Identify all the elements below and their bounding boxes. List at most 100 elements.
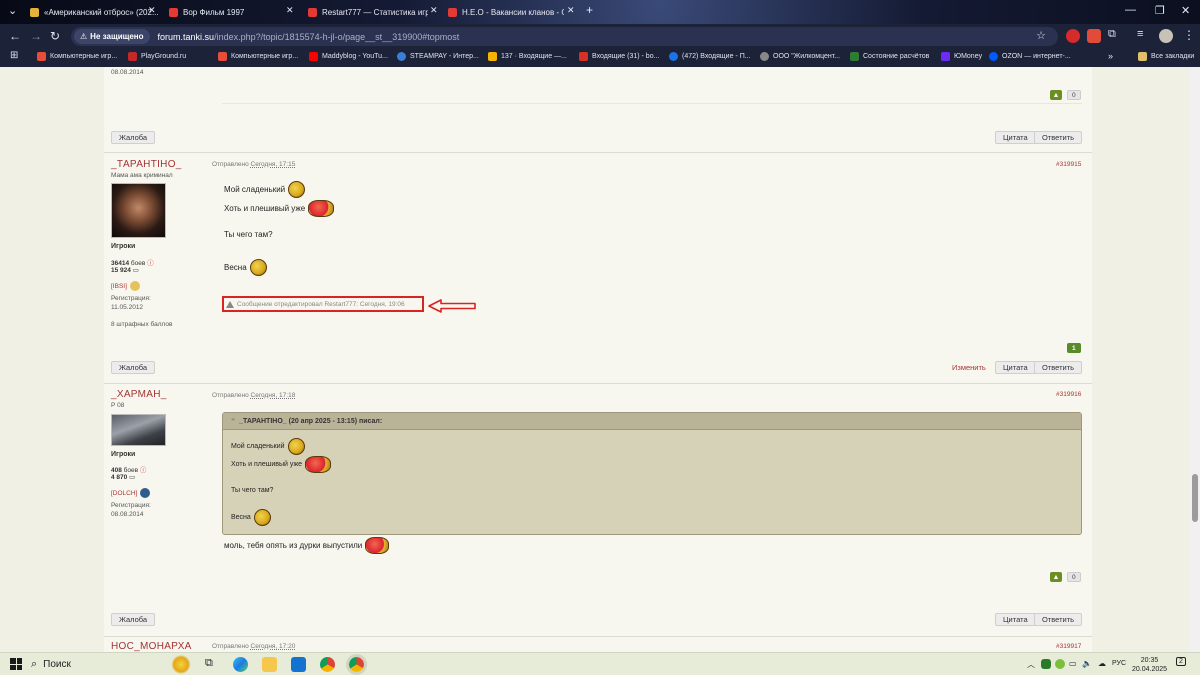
post-divider: [104, 152, 1092, 153]
tab-search-icon[interactable]: ⌄: [8, 4, 17, 17]
post-username[interactable]: _ХАРМАН_: [111, 389, 167, 400]
user-title: Мама ама криминал: [111, 172, 173, 179]
rep-up-icon[interactable]: ▲: [1050, 90, 1062, 100]
report-button[interactable]: Жалоба: [111, 361, 156, 374]
bookmark-favicon-icon: [128, 52, 137, 61]
bookmark-item[interactable]: Maddyblog - YouTu...: [309, 52, 388, 61]
url-path: /index.php?/topic/1815574-h-jl-o/page__s…: [214, 31, 460, 42]
info-icon[interactable]: ⓘ: [140, 467, 147, 474]
forward-icon[interactable]: →: [30, 29, 42, 43]
bookmark-item[interactable]: ЮMoney: [941, 52, 982, 61]
page-scrollbar[interactable]: [1190, 67, 1200, 652]
notifications-icon[interactable]: 2: [1176, 657, 1186, 666]
bookmark-label: PlayGround.ru: [141, 53, 187, 60]
volume-icon[interactable]: 🔈: [1082, 659, 1092, 668]
post-number-link[interactable]: #319917: [1056, 643, 1081, 650]
onedrive-icon[interactable]: ☁: [1098, 659, 1106, 668]
posted-prefix: Отправлено: [212, 643, 249, 650]
tab-3[interactable]: Restart777 — Статистика игро...: [308, 3, 428, 22]
chrome-active-icon[interactable]: [346, 654, 367, 675]
taskbar-search[interactable]: ⌕ Поиск: [31, 656, 161, 673]
tab-close-icon[interactable]: ✕: [148, 5, 156, 16]
extension-icon[interactable]: [1087, 29, 1101, 43]
minimize-icon[interactable]: —: [1125, 4, 1136, 16]
extension-icon[interactable]: [1066, 29, 1080, 43]
reply-button[interactable]: Ответить: [1034, 131, 1083, 144]
reply-button[interactable]: Ответить: [1034, 613, 1083, 626]
report-button[interactable]: Жалоба: [111, 131, 156, 144]
tab-favicon-icon: [30, 8, 39, 17]
bookmark-item[interactable]: STEAMPAY - Интер...: [397, 52, 479, 61]
bookmark-item[interactable]: ООО "Жилкомцент...: [760, 52, 840, 61]
reg-label: Регистрация:: [111, 295, 151, 302]
bookmark-item[interactable]: Компьютерные игр...: [218, 52, 298, 61]
reading-list-icon[interactable]: ≡: [1137, 28, 1143, 40]
more-bookmarks-icon[interactable]: »: [1108, 51, 1113, 61]
bookmark-item[interactable]: Входящие (31) - bo...: [579, 52, 659, 61]
quote-button[interactable]: Цитата: [995, 613, 1036, 626]
tab-close-icon[interactable]: ✕: [567, 5, 575, 16]
chrome-icon[interactable]: [320, 657, 335, 672]
language-indicator[interactable]: РУС: [1112, 660, 1126, 667]
extensions-puzzle-icon[interactable]: ⧉: [1108, 28, 1116, 41]
back-icon[interactable]: ←: [9, 29, 21, 43]
quote-button[interactable]: Цитата: [995, 361, 1036, 374]
new-tab-button[interactable]: +: [586, 3, 593, 17]
quote-button[interactable]: Цитата: [995, 131, 1036, 144]
tray-app-icon[interactable]: [1055, 659, 1065, 669]
tab-4[interactable]: Н.Е.О - Вакансии кланов - Ос...: [448, 3, 564, 22]
tray-app-icon[interactable]: [1041, 659, 1051, 669]
apps-grid-icon[interactable]: ⊞: [10, 50, 18, 61]
bookmark-item[interactable]: (472) Входящие - П...: [669, 52, 751, 61]
close-window-icon[interactable]: ✕: [1181, 4, 1190, 17]
tab-2[interactable]: Вор Фильм 1997: [169, 3, 279, 22]
bookmark-item[interactable]: Компьютерные игр...: [37, 52, 117, 61]
user-clan[interactable]: [IBSI]: [111, 281, 140, 291]
edge-icon[interactable]: [233, 657, 248, 672]
task-view-icon[interactable]: ⧉: [205, 657, 220, 672]
bookmark-label: Входящие (31) - bo...: [592, 53, 660, 60]
widget-bird-icon[interactable]: [168, 655, 194, 674]
omnibox[interactable]: ⚠ Не защищено forum.tanki.su/index.php?/…: [71, 27, 1058, 46]
bookmark-item[interactable]: Состояние расчётов: [850, 52, 929, 61]
post-number-link[interactable]: #319916: [1056, 391, 1081, 398]
post-username[interactable]: _ТАРАНТІНО_: [111, 159, 182, 170]
all-bookmarks[interactable]: Все закладки: [1138, 52, 1194, 61]
bookmark-item[interactable]: 137 · Входящие —...: [488, 52, 567, 61]
profile-avatar[interactable]: [1159, 29, 1173, 43]
windows-start-icon[interactable]: [10, 658, 22, 670]
bookmark-item[interactable]: OZON — интернет-...: [989, 52, 1071, 61]
posted-info: Отправлено Сегодня, 17:15: [212, 161, 295, 168]
tab-favicon-icon: [169, 8, 178, 17]
bookmark-label: Состояние расчётов: [863, 53, 930, 60]
clock[interactable]: 20:35 20.04.2025: [1132, 656, 1167, 674]
url-text[interactable]: forum.tanki.su/index.php?/topic/1815574-…: [158, 32, 460, 42]
tray-chevron-icon[interactable]: ︿: [1027, 659, 1035, 670]
post-number-link[interactable]: #319915: [1056, 161, 1081, 168]
bookmark-star-icon[interactable]: ☆: [1036, 29, 1046, 42]
security-indicator[interactable]: ⚠ Не защищено: [74, 29, 150, 44]
file-explorer-icon[interactable]: [262, 657, 277, 672]
info-icon[interactable]: ⓘ: [147, 260, 154, 267]
avatar[interactable]: [111, 183, 166, 238]
menu-icon[interactable]: ⋮: [1183, 28, 1195, 42]
edit-link[interactable]: Изменить: [952, 363, 986, 372]
outlook-icon[interactable]: [291, 657, 306, 672]
scrollbar-thumb[interactable]: [1192, 474, 1198, 522]
maximize-icon[interactable]: ❐: [1155, 4, 1165, 17]
user-points: 15 924 ▭: [111, 266, 139, 274]
penalty-points[interactable]: 8 штрафных баллов: [111, 321, 172, 328]
bookmark-item[interactable]: PlayGround.ru: [128, 52, 186, 61]
reload-icon[interactable]: ↻: [50, 29, 60, 43]
reply-button[interactable]: Ответить: [1034, 361, 1083, 374]
user-clan[interactable]: [DOLCH]: [111, 488, 151, 498]
tab-close-icon[interactable]: ✕: [286, 5, 294, 16]
rep-up-icon[interactable]: ▲: [1050, 572, 1062, 582]
post-username[interactable]: НОС_МОНАРХА: [111, 641, 192, 652]
quote-line: Весна: [231, 509, 271, 526]
report-button[interactable]: Жалоба: [111, 613, 156, 626]
tab-close-icon[interactable]: ✕: [430, 5, 438, 16]
network-icon[interactable]: ▭: [1069, 659, 1077, 668]
tab-1[interactable]: «Американский отброс» (202...: [30, 3, 160, 22]
avatar[interactable]: [111, 414, 166, 446]
